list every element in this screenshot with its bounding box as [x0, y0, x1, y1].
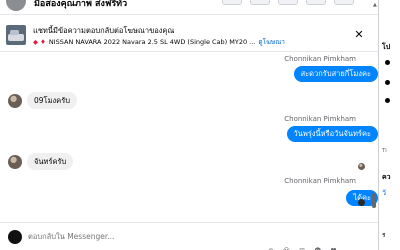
status-dot-icon — [385, 60, 390, 65]
header-action-button-2[interactable] — [250, 0, 270, 5]
status-dot-icon — [385, 80, 390, 85]
seen-indicator-avatar — [358, 199, 365, 206]
sender-name: Chonnikan Pimkham — [284, 177, 356, 185]
sender-name: Chonnikan Pimkham — [284, 55, 356, 63]
product-thumbnail[interactable] — [6, 25, 26, 45]
ad-context-title: แชทนี้มีข้อความตอบกลับต่อโฆษณาของคุณ — [33, 26, 175, 35]
right-panel-item[interactable]: คว — [382, 172, 391, 183]
seller-avatar[interactable] — [6, 0, 26, 11]
close-icon[interactable]: ✕ — [352, 28, 366, 42]
conversation-header: มือสองคุณภาพ ส่งฟรีทั่ว — [0, 0, 378, 15]
right-panel-label: Ti — [382, 148, 387, 154]
ad-context-subtitle: ◆ ♦ NISSAN NAVARA 2022 Navara 2.5 SL 4WD … — [33, 37, 285, 47]
header-action-button-5[interactable] — [334, 0, 354, 5]
incoming-message[interactable]: 09โมงครับ — [27, 92, 77, 109]
seller-name[interactable]: มือสองคุณภาพ ส่งฟรีทั่ว — [34, 0, 127, 10]
contact-avatar[interactable] — [8, 94, 22, 108]
right-panel-text: ร — [382, 231, 386, 239]
user-avatar — [8, 230, 22, 244]
header-action-button-4[interactable] — [306, 0, 326, 5]
contact-avatar[interactable] — [8, 155, 22, 169]
seen-indicator-avatar — [358, 163, 365, 170]
header-action-button-1[interactable] — [222, 0, 242, 5]
right-side-panel: โป Ti คว วั ร — [379, 0, 400, 250]
view-ad-link[interactable]: ดูโฆษณา — [258, 38, 285, 46]
incoming-message[interactable]: จันทร์ครับ — [27, 153, 74, 170]
scroll-up-arrow-icon[interactable]: ▲ — [373, 2, 377, 8]
right-panel-link[interactable]: วั — [382, 188, 386, 199]
status-dot-icon — [385, 98, 390, 103]
sender-name: Chonnikan Pimkham — [284, 115, 356, 123]
header-action-button-3[interactable] — [278, 0, 298, 5]
message-composer: ⊕☺⊞☻♥ — [0, 222, 378, 250]
product-name: NISSAN NAVARA 2022 Navara 2.5 SL 4WD (Si… — [48, 38, 256, 46]
reply-input[interactable] — [28, 229, 368, 245]
right-panel-heading: โป — [382, 43, 391, 51]
ad-context-card: แชทนี้มีข้อความตอบกลับต่อโฆษณาของคุณ ◆ ♦… — [0, 20, 378, 52]
pin-icon: ◆ ♦ — [33, 38, 46, 46]
outgoing-message[interactable]: วันพรุ่งนี้หรือวันจันทร์คะ — [286, 126, 378, 142]
outgoing-message[interactable]: สะดวกรับสายกี่โมงคะ — [293, 66, 378, 82]
scrollbar-thumb[interactable] — [372, 193, 376, 208]
